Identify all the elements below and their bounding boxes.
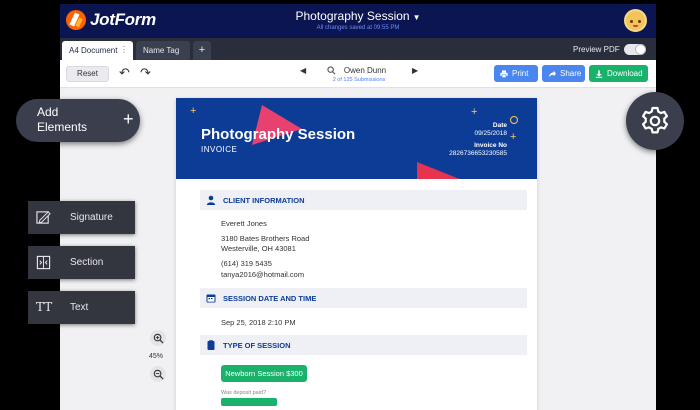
document-subtitle: INVOICE bbox=[201, 145, 238, 154]
tab-label: A4 Document bbox=[69, 46, 118, 55]
text-icon: TT bbox=[36, 300, 53, 314]
top-navbar: JotForm Photography Session ▼ All changes… bbox=[60, 4, 656, 38]
section-heading: CLIENT INFORMATION bbox=[223, 195, 305, 205]
invoice-number-value: 2826736653230585 bbox=[449, 150, 507, 157]
section-element-button[interactable]: Section bbox=[28, 246, 135, 279]
print-label: Print bbox=[512, 69, 529, 78]
session-type-answer[interactable]: Newborn Session $300 bbox=[221, 365, 307, 382]
zoom-level: 45% bbox=[149, 353, 164, 360]
submission-count: 2 of 125 Submissions bbox=[332, 77, 386, 83]
tab-bar: A4 Document ⋮ Name Tag + Preview PDF bbox=[60, 38, 656, 60]
kebab-menu-icon[interactable]: ⋮ bbox=[120, 45, 128, 54]
invoice-document: + + + Photography Session INVOICE Date 0… bbox=[176, 98, 537, 410]
session-date-value[interactable]: Sep 25, 2018 2:10 PM bbox=[221, 318, 296, 327]
download-icon bbox=[595, 69, 603, 78]
add-tab-button[interactable]: + bbox=[193, 41, 211, 60]
person-icon bbox=[206, 195, 216, 205]
logo-text: JotForm bbox=[90, 10, 156, 29]
element-label: Section bbox=[70, 257, 104, 268]
zoom-in-glyph bbox=[153, 333, 164, 344]
tab-a4-document[interactable]: A4 Document ⋮ bbox=[62, 41, 133, 60]
add-elements-button[interactable]: Add Elements + bbox=[16, 99, 140, 142]
download-button[interactable]: Download bbox=[589, 65, 648, 82]
client-address-line2[interactable]: Westerville, OH 43081 bbox=[221, 244, 296, 253]
text-element-button[interactable]: TT Text bbox=[28, 291, 135, 324]
undo-icon[interactable]: ↶ bbox=[119, 65, 130, 81]
date-value: 09/25/2018 bbox=[474, 130, 507, 137]
plus-decoration-icon: + bbox=[471, 106, 478, 118]
next-submission-icon[interactable]: ▶ bbox=[412, 66, 418, 75]
signature-icon bbox=[36, 211, 51, 224]
settings-button[interactable] bbox=[626, 92, 684, 150]
form-title-text: Photography Session bbox=[295, 9, 410, 23]
share-button[interactable]: Share bbox=[542, 65, 585, 82]
user-avatar[interactable] bbox=[624, 9, 647, 32]
ring-decoration bbox=[510, 116, 518, 124]
tab-name-tag[interactable]: Name Tag bbox=[136, 41, 190, 60]
save-status: All changes saved at 09:55 PM bbox=[316, 25, 400, 31]
client-address-line1[interactable]: 3180 Bates Brothers Road bbox=[221, 234, 309, 243]
zoom-out-glyph bbox=[153, 369, 164, 380]
document-canvas: + + + Photography Session INVOICE Date 0… bbox=[60, 88, 656, 410]
redo-icon[interactable]: ↷ bbox=[140, 65, 151, 81]
preview-pdf-label: Preview PDF bbox=[573, 45, 620, 54]
section-session-date[interactable]: SESSION DATE AND TIME bbox=[200, 288, 527, 308]
section-client-information[interactable]: CLIENT INFORMATION bbox=[200, 190, 527, 210]
toolbar: Reset ↶ ↷ ◀ Owen Dunn 2 of 125 Submissio… bbox=[60, 60, 656, 88]
clipboard-icon bbox=[207, 340, 215, 350]
client-phone[interactable]: (614) 319 5435 bbox=[221, 259, 272, 268]
reset-button[interactable]: Reset bbox=[66, 66, 109, 82]
printer-icon bbox=[500, 69, 508, 78]
section-session-type[interactable]: TYPE OF SESSION bbox=[200, 335, 527, 355]
add-elements-label: Add Elements bbox=[37, 105, 88, 134]
zoom-in-icon[interactable] bbox=[150, 330, 166, 346]
invoice-number-label: Invoice No bbox=[474, 142, 507, 149]
client-email[interactable]: tanya2016@hotmail.com bbox=[221, 270, 304, 279]
share-icon bbox=[548, 70, 556, 77]
plus-icon: + bbox=[123, 109, 134, 129]
deposit-answer[interactable] bbox=[221, 398, 277, 406]
element-label: Signature bbox=[70, 212, 113, 223]
element-label: Text bbox=[70, 302, 89, 313]
jotform-logo-icon bbox=[66, 10, 86, 30]
section-heading: SESSION DATE AND TIME bbox=[223, 293, 317, 303]
tab-label: Name Tag bbox=[143, 46, 180, 55]
jotform-logo[interactable]: JotForm bbox=[66, 10, 156, 30]
print-button[interactable]: Print bbox=[494, 65, 538, 82]
document-header[interactable]: + + + Photography Session INVOICE Date 0… bbox=[176, 98, 537, 179]
previous-submission-icon[interactable]: ◀ bbox=[300, 66, 306, 75]
preview-pdf-toggle[interactable] bbox=[624, 44, 646, 55]
document-title: Photography Session bbox=[201, 126, 356, 143]
plus-decoration-icon: + bbox=[190, 105, 197, 117]
download-label: Download bbox=[607, 69, 643, 78]
section-heading: TYPE OF SESSION bbox=[223, 340, 291, 350]
zoom-out-icon[interactable] bbox=[150, 366, 166, 382]
section-icon bbox=[36, 255, 51, 270]
app-window: JotForm Photography Session ▼ All changes… bbox=[60, 4, 656, 410]
form-title[interactable]: Photography Session ▼ bbox=[260, 9, 456, 23]
submitter-name[interactable]: Owen Dunn bbox=[330, 66, 400, 75]
decorative-triangle bbox=[417, 162, 460, 179]
caret-down-icon: ▼ bbox=[412, 13, 421, 22]
client-name[interactable]: Everett Jones bbox=[221, 219, 267, 228]
deposit-question-label: Was deposit paid? bbox=[221, 390, 267, 396]
share-label: Share bbox=[560, 69, 582, 78]
gear-icon bbox=[642, 106, 668, 134]
plus-decoration-icon: + bbox=[510, 131, 517, 143]
signature-element-button[interactable]: Signature bbox=[28, 201, 135, 234]
date-label: Date bbox=[492, 122, 507, 129]
calendar-icon bbox=[206, 294, 216, 303]
